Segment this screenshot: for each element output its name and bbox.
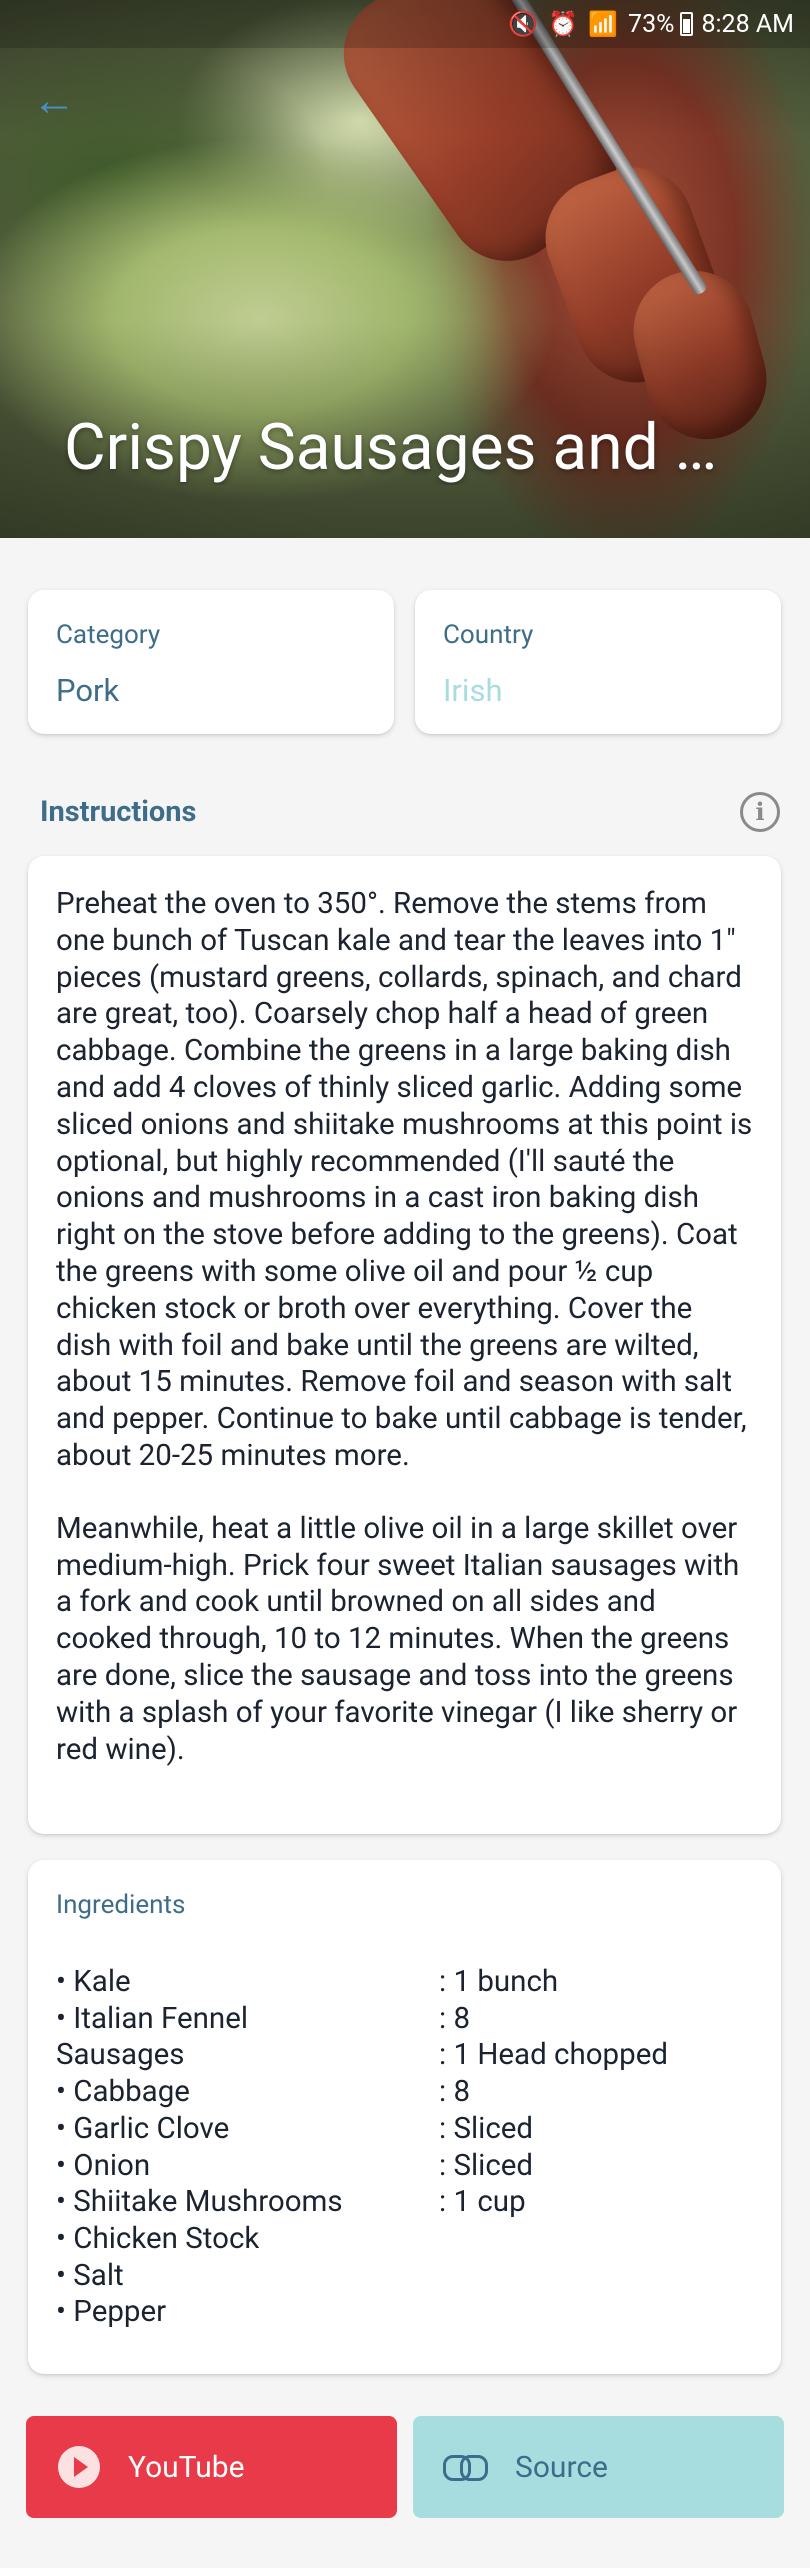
alarm-icon: ⏰ [548, 10, 579, 38]
instructions-card: Preheat the oven to 350°. Remove the ste… [28, 856, 781, 1834]
instructions-header: Instructions i [40, 788, 780, 836]
wifi-icon: 📶 [588, 10, 619, 38]
recipe-hero-image: 🔇 ⏰ 📶 73% 8:28 AM ← Crispy Sausages and … [0, 0, 810, 538]
instructions-heading: Instructions [40, 795, 197, 829]
ingredient-measure: : 1 bunch [439, 1965, 559, 1999]
status-bar: 🔇 ⏰ 📶 73% 8:28 AM [0, 0, 810, 48]
country-card: Country Irish [415, 590, 781, 734]
ingredient-name: • Chicken Stock [56, 2221, 260, 2256]
ingredient-names: • Kale • Italian Fennel Sausages • Cabba… [56, 1964, 456, 2331]
ingredients-heading: Ingredients [56, 1890, 186, 1920]
info-icon[interactable]: i [740, 792, 780, 832]
ingredient-measure: : 8 [439, 2001, 471, 2036]
ingredient-name: • Italian Fennel [56, 2001, 249, 2036]
instructions-paragraph: Preheat the oven to 350°. Remove the ste… [56, 887, 753, 1473]
ingredient-measure: : 1 Head chopped [439, 2038, 668, 2073]
play-icon [58, 2446, 100, 2488]
category-label: Category [56, 620, 161, 650]
ingredient-name: • Pepper [56, 2295, 167, 2330]
back-arrow-icon[interactable]: ← [30, 76, 78, 124]
ingredient-measure: : 1 cup [439, 2185, 526, 2220]
ingredient-name: • Kale [56, 1965, 131, 1999]
ingredient-name: • Shiitake Mushrooms [56, 2185, 343, 2220]
battery-percent: 73% [628, 9, 675, 39]
ingredient-name: Sausages [56, 2038, 185, 2073]
recipe-title: Crispy Sausages and Greens [64, 410, 754, 485]
ingredient-measure: : Sliced [439, 2148, 534, 2183]
ingredient-measures: : 1 bunch : 8 : 1 Head chopped : 8 : Sli… [439, 1964, 759, 2221]
youtube-label: YouTube [128, 2449, 245, 2485]
battery-icon [680, 12, 694, 36]
ingredient-name: • Cabbage [56, 2075, 190, 2110]
country-value: Irish [443, 672, 503, 709]
category-card: Category Pork [28, 590, 394, 734]
ingredients-card: Ingredients • Kale • Italian Fennel Saus… [28, 1860, 781, 2374]
ingredient-measure: : Sliced [439, 2111, 534, 2146]
instructions-paragraph: Meanwhile, heat a little olive oil in a … [56, 1511, 740, 1767]
source-button[interactable]: Source [413, 2416, 784, 2518]
category-value: Pork [56, 672, 120, 709]
ingredient-name: • Onion [56, 2148, 151, 2183]
ingredient-name: • Salt [56, 2258, 124, 2293]
youtube-button[interactable]: YouTube [26, 2416, 397, 2518]
clock: 8:28 AM [701, 9, 794, 39]
country-label: Country [443, 620, 534, 650]
ingredient-name: • Garlic Clove [56, 2111, 230, 2146]
source-label: Source [515, 2449, 608, 2485]
link-icon [443, 2455, 488, 2481]
ingredient-measure: : 8 [439, 2075, 471, 2110]
mute-icon: 🔇 [508, 10, 539, 38]
